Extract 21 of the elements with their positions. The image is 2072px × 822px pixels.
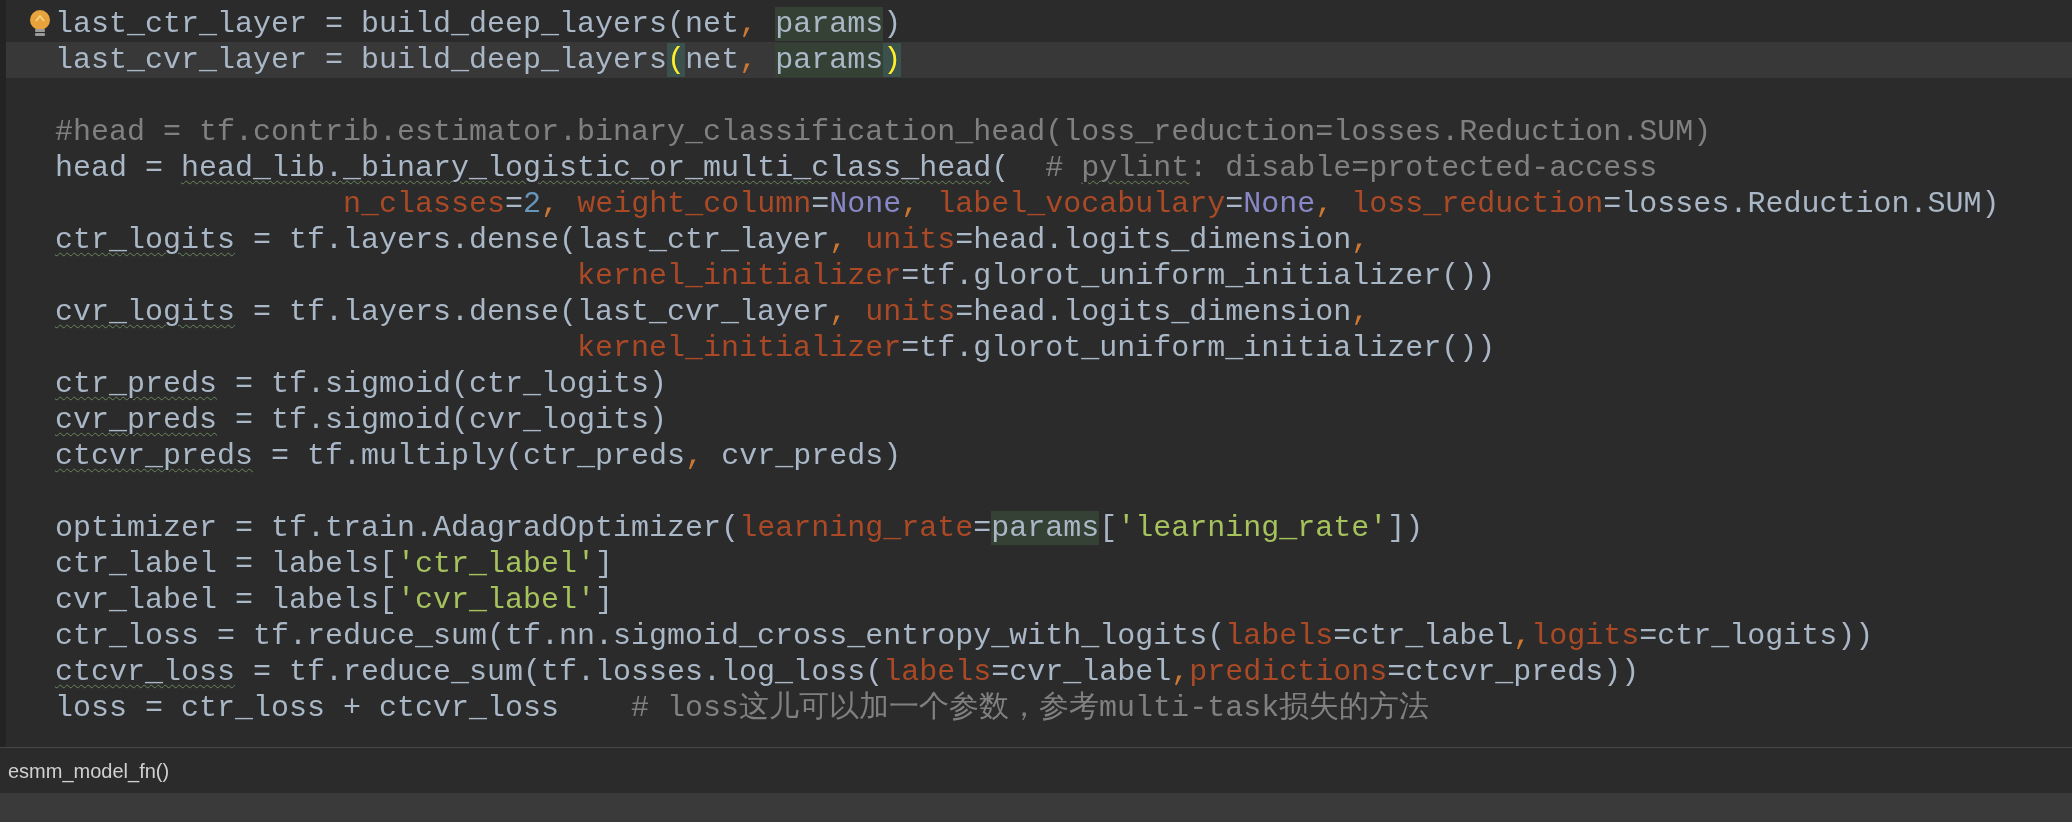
code-line: ctr_logits = tf.layers.dense(last_ctr_layer, units=head.logits_dimension, [55,222,1370,258]
code-line: #head = tf.contrib.estimator.binary_classification_head(loss_reduction=losses.Reduction.SUM) [55,114,1712,150]
code-line: last_ctr_layer = build_deep_layers(net, params) [55,6,902,42]
code-line: head = head_lib._binary_logistic_or_multi_class_head( # pylint: disable=protected-access [55,150,1658,186]
code-line: ctcvr_loss = tf.reduce_sum(tf.losses.log_loss(labels=cvr_label,predictions=ctcvr_preds)) [55,654,1640,690]
code-line: cvr_logits = tf.layers.dense(last_cvr_layer, units=head.logits_dimension, [55,294,1370,330]
code-line: n_classes=2, weight_column=None, label_vocabulary=None, loss_reduction=losses.Reduction.SUM) [342,186,2000,222]
code-line: cvr_preds = tf.sigmoid(cvr_logits) [55,402,668,438]
lightbulb-icon[interactable] [29,9,51,39]
code-line: ctr_label = labels['ctr_label'] [55,546,614,582]
code-line: ctr_loss = tf.reduce_sum(tf.nn.sigmoid_cross_entropy_with_logits(labels=ctr_label,logits=ctr_logits)) [55,618,1874,654]
code-line: optimizer = tf.train.AdagradOptimizer(learning_rate=params['learning_rate']) [55,510,1424,546]
code-line: last_cvr_layer = build_deep_layers(net, params) [55,42,902,78]
code-line: kernel_initializer=tf.glorot_uniform_initializer()) [576,330,1496,366]
breadcrumb[interactable]: esmm_model_fn() [8,755,170,786]
code-line: kernel_initializer=tf.glorot_uniform_initializer()) [576,258,1496,294]
code-editor[interactable] [0,0,2072,747]
code-line: loss = ctr_loss + ctcvr_loss # loss这儿可以加一个参数，参考multi-task损失的方法 [55,690,1430,726]
code-line: ctcvr_preds = tf.multiply(ctr_preds, cvr_preds) [55,438,902,474]
code-line: ctr_preds = tf.sigmoid(ctr_logits) [55,366,668,402]
code-line: cvr_label = labels['cvr_label'] [55,582,614,618]
